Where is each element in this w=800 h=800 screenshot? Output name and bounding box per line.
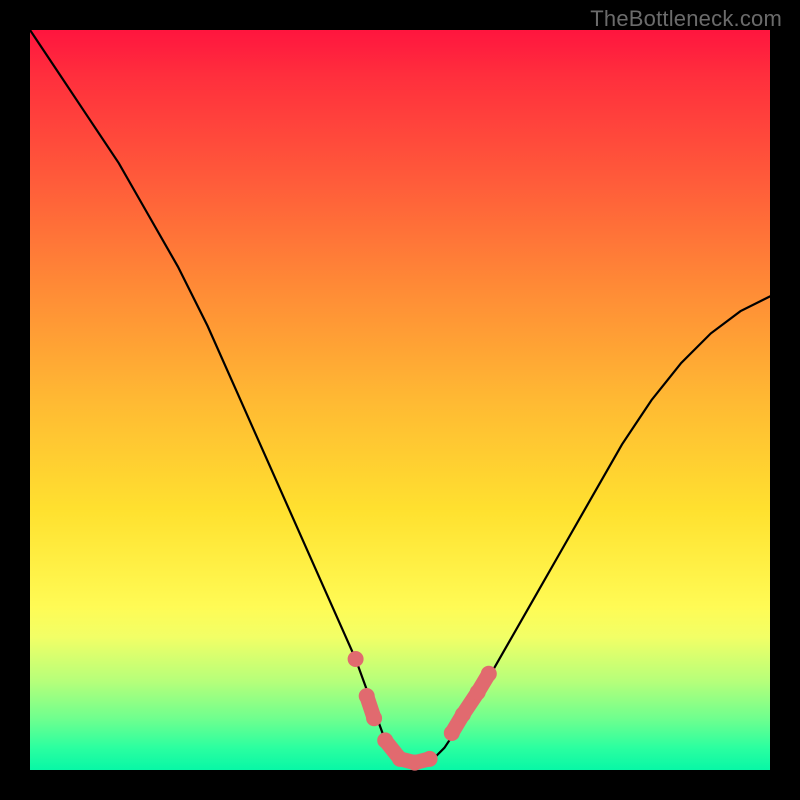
trough-marker-dot [366,710,382,726]
chart-frame: TheBottleneck.com [0,0,800,800]
trough-marker-dot [348,651,364,667]
curve-svg [30,30,770,770]
trough-marker-dot [481,666,497,682]
trough-markers [348,651,497,771]
trough-marker-dot [422,751,438,767]
plot-area [30,30,770,770]
bottleneck-curve [30,30,770,763]
attribution-text: TheBottleneck.com [590,6,782,32]
